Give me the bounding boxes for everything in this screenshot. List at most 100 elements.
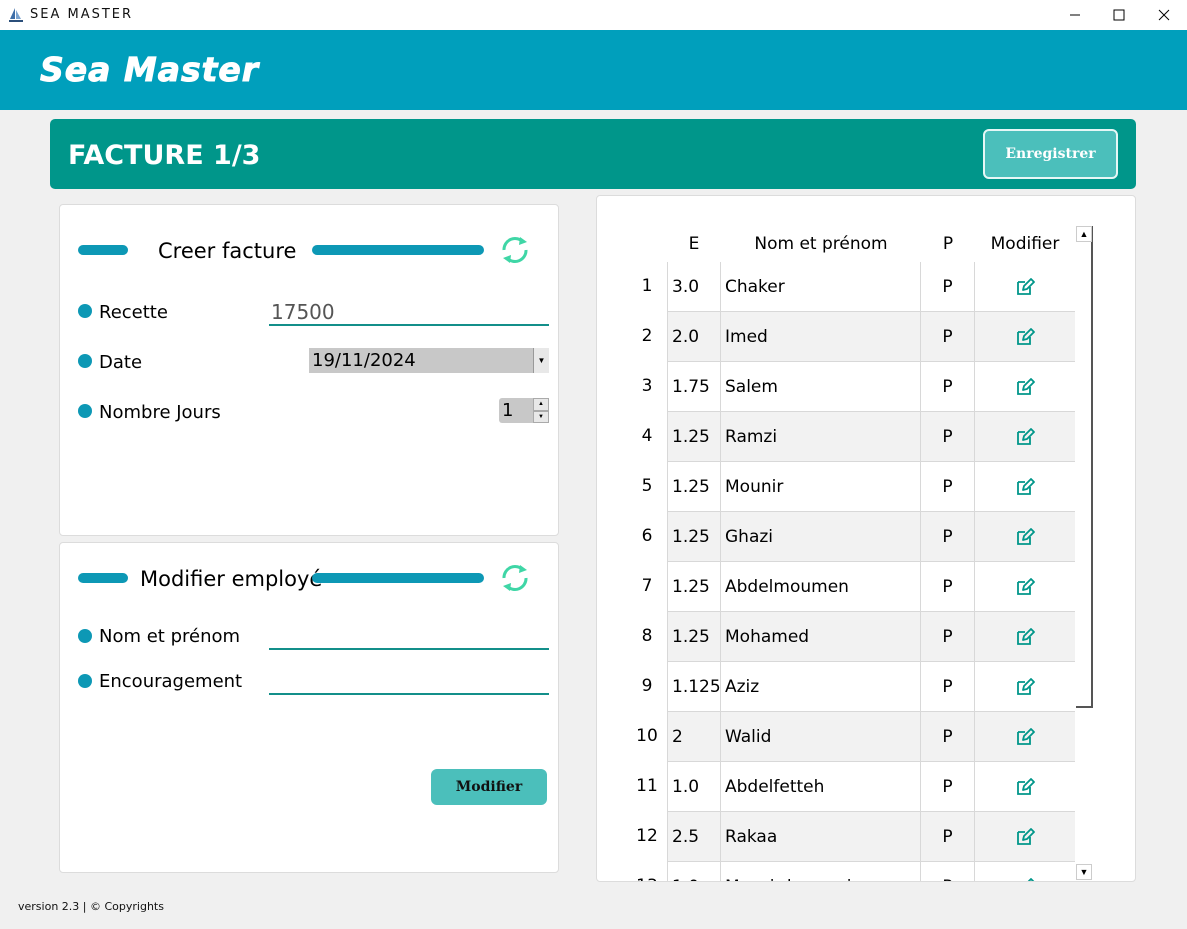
close-button[interactable] bbox=[1141, 0, 1187, 30]
cell-name: Mohamed bbox=[721, 612, 921, 662]
minimize-button[interactable] bbox=[1052, 0, 1098, 30]
cell-p: P bbox=[921, 612, 975, 662]
cell-name: Chaker bbox=[721, 262, 921, 312]
create-invoice-panel: Creer facture Recette Date 19/11/2024 ▼ … bbox=[59, 204, 559, 536]
refresh-icon[interactable] bbox=[498, 233, 532, 267]
edit-icon[interactable] bbox=[1015, 427, 1035, 447]
edit-icon[interactable] bbox=[1015, 677, 1035, 697]
cell-e: 1.75 bbox=[667, 362, 721, 412]
cell-p: P bbox=[921, 712, 975, 762]
table-row[interactable]: 1.25 Ghazi P bbox=[667, 512, 1075, 562]
encouragement-input[interactable] bbox=[269, 668, 549, 695]
spin-up-icon[interactable]: ▲ bbox=[533, 398, 549, 411]
save-button[interactable]: Enregistrer bbox=[983, 129, 1118, 179]
window-title: SEA MASTER bbox=[30, 7, 134, 22]
row-number: 1 bbox=[641, 276, 653, 296]
edit-icon[interactable] bbox=[1015, 527, 1035, 547]
table-row[interactable]: 1.25 Mohamed P bbox=[667, 612, 1075, 662]
jours-value: 1 bbox=[502, 400, 514, 421]
table-row[interactable]: 1.25 Ramzi P bbox=[667, 412, 1075, 462]
bullet-dot bbox=[78, 674, 92, 688]
cell-e: 1.125 bbox=[667, 662, 721, 712]
table-row[interactable]: 2 Walid P bbox=[667, 712, 1075, 762]
edit-icon[interactable] bbox=[1015, 877, 1035, 882]
scroll-up-icon[interactable]: ▲ bbox=[1076, 226, 1092, 242]
cell-e: 1.25 bbox=[667, 412, 721, 462]
cell-modify bbox=[975, 312, 1075, 362]
cell-p: P bbox=[921, 562, 975, 612]
cell-name: Abdelmoumen bbox=[721, 562, 921, 612]
cell-modify bbox=[975, 512, 1075, 562]
maximize-button[interactable] bbox=[1096, 0, 1142, 30]
cell-e: 1.25 bbox=[667, 462, 721, 512]
cell-modify bbox=[975, 462, 1075, 512]
row-number: 2 bbox=[641, 326, 653, 346]
date-value: 19/11/2024 bbox=[312, 350, 416, 371]
table-row[interactable]: 1.0 Abdelfetteh P bbox=[667, 762, 1075, 812]
edit-icon[interactable] bbox=[1015, 727, 1035, 747]
edit-icon[interactable] bbox=[1015, 377, 1035, 397]
table-row[interactable]: 1.25 Abdelmoumen P bbox=[667, 562, 1075, 612]
cell-p: P bbox=[921, 462, 975, 512]
refresh-icon[interactable] bbox=[498, 561, 532, 595]
edit-icon[interactable] bbox=[1015, 777, 1035, 797]
bullet-dot bbox=[78, 304, 92, 318]
nom-input[interactable] bbox=[269, 623, 549, 650]
row-number: 5 bbox=[641, 476, 653, 496]
section-bar-right bbox=[312, 573, 484, 583]
recette-input[interactable] bbox=[269, 299, 549, 326]
spin-down-icon[interactable]: ▼ bbox=[533, 410, 549, 423]
table-row[interactable]: 1.25 Mounir P bbox=[667, 462, 1075, 512]
edit-icon[interactable] bbox=[1015, 627, 1035, 647]
cell-p: P bbox=[921, 262, 975, 312]
cell-modify bbox=[975, 762, 1075, 812]
chevron-down-icon[interactable]: ▼ bbox=[533, 348, 549, 373]
modify-button[interactable]: Modifier bbox=[431, 769, 547, 805]
row-number: 6 bbox=[641, 526, 653, 546]
cell-modify bbox=[975, 812, 1075, 862]
table-row[interactable]: 2.0 Imed P bbox=[667, 312, 1075, 362]
cell-p: P bbox=[921, 362, 975, 412]
table-row[interactable]: 3.0 Chaker P bbox=[667, 262, 1075, 312]
header-modify: Modifier bbox=[990, 234, 1060, 254]
table-row[interactable]: 1.0Mansir lamouriP bbox=[667, 862, 1075, 882]
row-number: 7 bbox=[641, 576, 653, 596]
cell-modify bbox=[975, 712, 1075, 762]
cell-modify bbox=[975, 562, 1075, 612]
cell-e: 2 bbox=[667, 712, 721, 762]
edit-icon[interactable] bbox=[1015, 827, 1035, 847]
cell-p: P bbox=[921, 662, 975, 712]
edit-icon[interactable] bbox=[1015, 277, 1035, 297]
cell-name: Ghazi bbox=[721, 512, 921, 562]
vertical-scrollbar[interactable]: ▲ ▼ bbox=[1076, 226, 1093, 881]
row-number: 8 bbox=[641, 626, 653, 646]
edit-icon[interactable] bbox=[1015, 577, 1035, 597]
section-title: Modifier employé bbox=[140, 567, 323, 591]
cell-p: P bbox=[921, 762, 975, 812]
table-row[interactable]: 2.5 Rakaa P bbox=[667, 812, 1075, 862]
row-number: 13 bbox=[627, 876, 667, 881]
edit-icon[interactable] bbox=[1015, 327, 1035, 347]
date-picker[interactable]: 19/11/2024 ▼ bbox=[309, 348, 549, 373]
jours-spinbox[interactable]: 1 ▲ ▼ bbox=[499, 398, 549, 423]
cell-p: P bbox=[921, 812, 975, 862]
table-row[interactable]: 1.75 Salem P bbox=[667, 362, 1075, 412]
cell-modify bbox=[975, 362, 1075, 412]
recette-label: Recette bbox=[99, 302, 168, 323]
cell-name: Salem bbox=[721, 362, 921, 412]
scrollbar-thumb[interactable] bbox=[1076, 706, 1093, 708]
cell-e: 1.25 bbox=[667, 612, 721, 662]
cell-name: Mansir lamouri bbox=[721, 862, 921, 881]
edit-icon[interactable] bbox=[1015, 477, 1035, 497]
cell-modify bbox=[975, 862, 1075, 882]
row-number: 9 bbox=[641, 676, 653, 696]
table-row[interactable]: 1.125 Aziz P bbox=[667, 662, 1075, 712]
jours-label: Nombre Jours bbox=[99, 402, 221, 423]
cell-name: Imed bbox=[721, 312, 921, 362]
row-number: 10 bbox=[636, 726, 658, 746]
scroll-down-icon[interactable]: ▼ bbox=[1076, 864, 1092, 880]
app-header: Sea Master bbox=[0, 30, 1187, 110]
cell-name: Abdelfetteh bbox=[721, 762, 921, 812]
cell-e: 1.25 bbox=[667, 512, 721, 562]
spin-arrows[interactable]: ▲ ▼ bbox=[533, 398, 549, 423]
